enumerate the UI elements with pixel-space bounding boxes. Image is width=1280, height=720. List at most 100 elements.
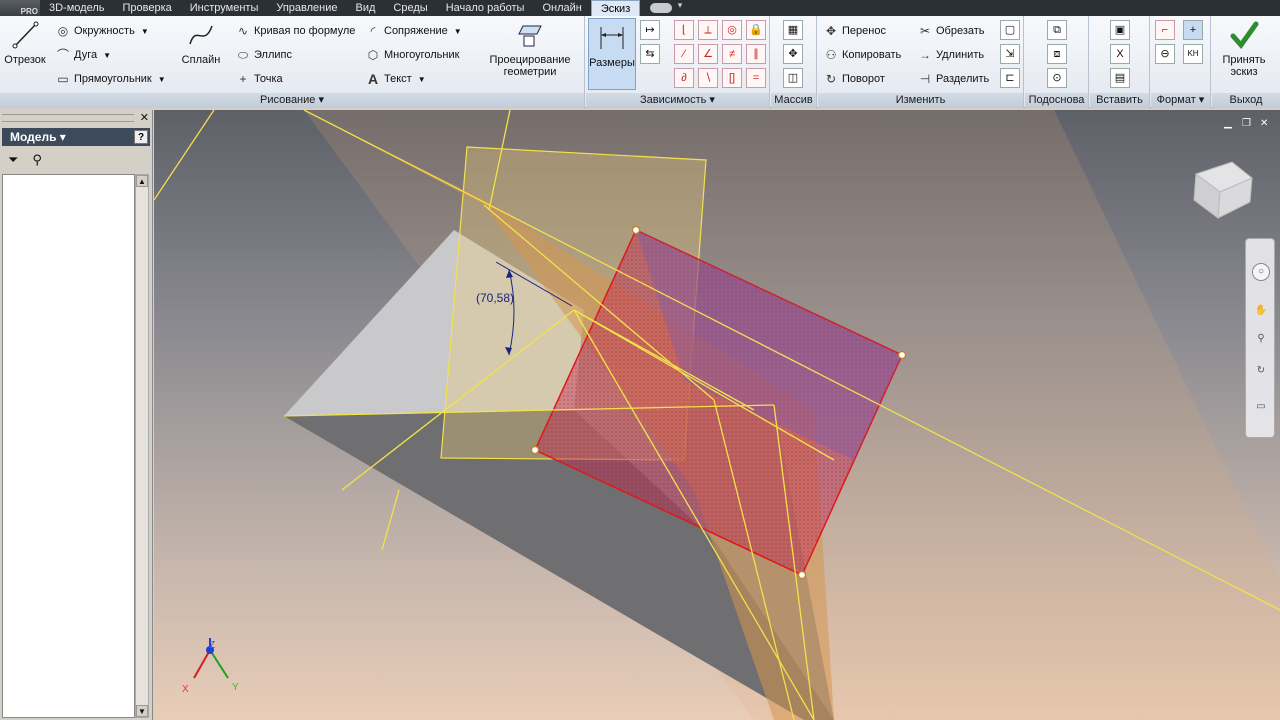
equal-icon[interactable]: = <box>746 68 766 88</box>
trim-button[interactable]: ✂ Обрезать <box>918 24 985 38</box>
tab-manage[interactable]: Управление <box>267 0 346 16</box>
dimension-button[interactable]: Размеры <box>588 18 636 90</box>
tab-inspect[interactable]: Проверка <box>113 0 180 16</box>
make-components-icon[interactable]: ⧈ <box>1047 44 1067 64</box>
vertical-icon[interactable]: ∥ <box>746 44 766 64</box>
panel-title-pattern[interactable]: Массив <box>771 93 816 108</box>
application-menu-button[interactable]: PRO <box>0 0 40 16</box>
browser-title[interactable]: Модель ▾ ? <box>2 128 150 146</box>
spline-button[interactable]: Сплайн <box>178 20 224 66</box>
chevron-down-icon[interactable]: ▼ <box>454 27 462 36</box>
symmetric-icon[interactable]: [] <box>722 68 742 88</box>
extend-button[interactable]: → Удлинить <box>918 48 984 62</box>
pan-icon[interactable]: ✋ <box>1252 303 1270 321</box>
binoculars-icon[interactable]: ⚲ <box>32 152 42 168</box>
fix-icon[interactable]: 🔒 <box>746 20 766 40</box>
polygon-button[interactable]: ⬡ Многоугольник <box>366 48 460 62</box>
orbit-icon[interactable]: ↻ <box>1252 363 1270 381</box>
look-at-icon[interactable]: ▭ <box>1252 399 1270 417</box>
scale-icon[interactable]: ▢ <box>1000 20 1020 40</box>
parallel-icon[interactable]: ≠ <box>722 44 742 64</box>
make-part-icon[interactable]: ⧉ <box>1047 20 1067 40</box>
centerline-icon[interactable]: + <box>1183 20 1203 40</box>
tab-online[interactable]: Онлайн <box>533 0 590 16</box>
auto-dimension-icon[interactable]: ↦ <box>640 20 660 40</box>
browser-scrollbar[interactable]: ▲ ▼ <box>135 174 149 718</box>
rectangular-pattern-icon[interactable]: ▦ <box>783 20 803 40</box>
tab-view[interactable]: Вид <box>347 0 385 16</box>
center-point-icon[interactable]: ⊖ <box>1155 44 1175 64</box>
panel-title-draw[interactable]: Рисование ▾ <box>0 93 584 108</box>
circular-pattern-icon[interactable]: ✥ <box>783 44 803 64</box>
close-icon[interactable]: ✕ <box>140 111 149 124</box>
tab-environments[interactable]: Среды <box>384 0 436 16</box>
help-icon[interactable]: ? <box>134 130 148 144</box>
dimension-value[interactable]: (70,58) <box>476 291 514 305</box>
view-cube[interactable] <box>1193 161 1253 219</box>
filter-icon[interactable]: ⏷ <box>8 152 18 168</box>
panel-title-insert[interactable]: Вставить <box>1090 93 1149 108</box>
project-geometry-button[interactable]: Проецирование геометрии <box>482 20 578 78</box>
minimize-viewport-icon[interactable]: ▁ <box>1224 118 1232 129</box>
scroll-up-icon[interactable]: ▲ <box>136 175 148 187</box>
chevron-down-icon[interactable]: ▼ <box>103 51 111 60</box>
tab-3d-model[interactable]: 3D-модель <box>40 0 113 16</box>
close-viewport-icon[interactable]: ✕ <box>1260 118 1268 129</box>
zoom-icon[interactable]: ⚲ <box>1252 331 1270 349</box>
points-icon[interactable]: X <box>1110 44 1130 64</box>
acad-icon[interactable]: ▤ <box>1110 68 1130 88</box>
chevron-down-icon[interactable]: ▼ <box>158 75 166 84</box>
driven-dimension-icon[interactable]: KH <box>1183 44 1203 64</box>
chevron-down-icon[interactable]: ▼ <box>418 75 426 84</box>
image-icon[interactable]: ▣ <box>1110 20 1130 40</box>
split-button[interactable]: ⊣ Разделить <box>918 72 990 86</box>
create-block-icon[interactable]: ⊙ <box>1047 68 1067 88</box>
mirror-icon[interactable]: ◫ <box>783 68 803 88</box>
arc-button[interactable]: ⌒ Дуга ▼ <box>56 48 111 62</box>
finish-sketch-button[interactable]: Принять эскиз <box>1216 20 1272 78</box>
fillet-button[interactable]: ◜ Сопряжение ▼ <box>366 24 462 38</box>
horizontal-icon[interactable]: ∖ <box>698 68 718 88</box>
copy-button[interactable]: ⚇ Копировать <box>824 48 902 62</box>
ellipse-button[interactable]: ⬭ Эллипс <box>236 48 292 62</box>
concentric-icon[interactable]: ◎ <box>722 20 742 40</box>
stretch-icon[interactable]: ⇲ <box>1000 44 1020 64</box>
circle-button[interactable]: ◎ Окружность ▼ <box>56 24 149 38</box>
perpendicular-icon[interactable]: ⟂ <box>698 20 718 40</box>
panel-title-format[interactable]: Формат ▾ <box>1151 93 1210 108</box>
browser-grip[interactable] <box>2 114 134 122</box>
coincident-icon[interactable]: ⌊ <box>674 20 694 40</box>
navigation-bar: ○ ✋ ⚲ ↻ ▭ <box>1245 238 1275 438</box>
panel-title-constrain[interactable]: Зависимость ▾ <box>586 93 769 108</box>
show-constraints-icon[interactable]: ⇆ <box>640 44 660 64</box>
checkmark-icon <box>1230 21 1259 50</box>
tab-sketch[interactable]: Эскиз <box>590 0 641 16</box>
tangent-icon[interactable]: ∠ <box>698 44 718 64</box>
panel-title-layout[interactable]: Подоснова <box>1025 93 1088 108</box>
steering-wheel-icon[interactable]: ○ <box>1252 263 1270 281</box>
restore-viewport-icon[interactable]: ❐ <box>1242 118 1251 129</box>
smooth-icon[interactable]: ∂ <box>674 68 694 88</box>
spline-icon <box>189 25 213 45</box>
offset-icon[interactable]: ⊏ <box>1000 68 1020 88</box>
ribbon-display-toggle-icon[interactable] <box>650 0 682 13</box>
point-button[interactable]: + Точка <box>236 72 282 86</box>
rotate-button[interactable]: ↻ Поворот <box>824 72 885 86</box>
move-button[interactable]: ✥ Перенос <box>824 24 886 38</box>
scroll-down-icon[interactable]: ▼ <box>136 705 148 717</box>
rectangle-button[interactable]: ▭ Прямоугольник ▼ <box>56 72 166 86</box>
browser-tree[interactable] <box>2 174 135 718</box>
line-button[interactable]: Отрезок <box>2 20 48 66</box>
construction-icon[interactable]: ⌐ <box>1155 20 1175 40</box>
chevron-down-icon[interactable]: ▼ <box>141 27 149 36</box>
browser-toolbar: ⏷ ⚲ <box>2 148 150 172</box>
equation-curve-button[interactable]: ∿ Кривая по формуле <box>236 24 355 38</box>
graphics-viewport[interactable]: (70,58) Z X Y ▁ ❐ ✕ ○ ✋ ⚲ ↻ ▭ <box>154 110 1280 720</box>
tab-get-started[interactable]: Начало работы <box>437 0 534 16</box>
tab-tools[interactable]: Инструменты <box>181 0 268 16</box>
panel-title-exit[interactable]: Выход <box>1212 93 1280 108</box>
collinear-icon[interactable]: ⁄ <box>674 44 694 64</box>
panel-title-modify[interactable]: Изменить <box>818 93 1023 108</box>
text-button[interactable]: A Текст ▼ <box>366 72 426 86</box>
equation-curve-icon: ∿ <box>237 24 249 38</box>
